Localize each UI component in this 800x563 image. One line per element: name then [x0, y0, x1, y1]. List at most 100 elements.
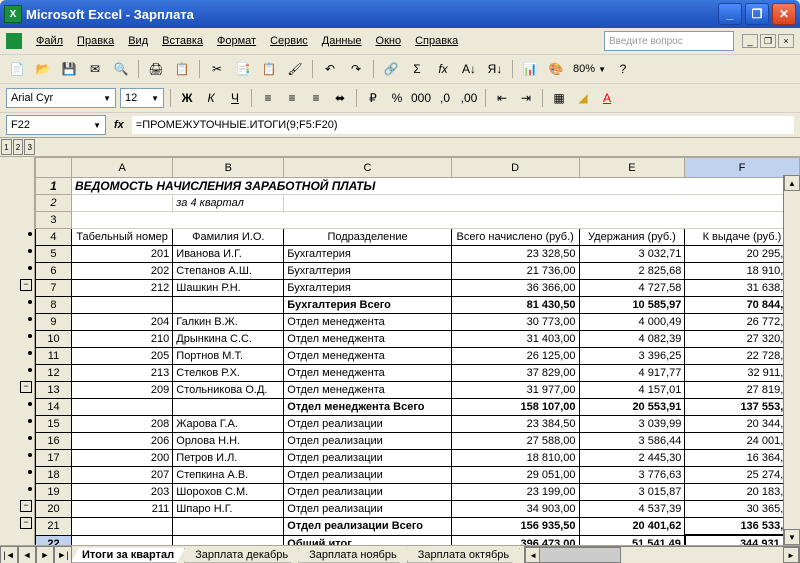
cell[interactable]: 205	[71, 348, 172, 365]
cell[interactable]: Отдел менеджента	[284, 314, 452, 331]
cell[interactable]: 4 917,77	[579, 365, 685, 382]
cell[interactable]: 81 430,50	[451, 297, 579, 314]
cell[interactable]: 201	[71, 246, 172, 263]
cell[interactable]: 70 844,54	[685, 297, 799, 314]
cell[interactable]: Табельный номер	[71, 229, 172, 246]
cell[interactable]: 27 588,00	[451, 433, 579, 450]
cell[interactable]: 3 015,87	[579, 484, 685, 501]
cell[interactable]	[173, 297, 284, 314]
row-header[interactable]: 14	[36, 399, 72, 416]
cell[interactable]: 202	[71, 263, 172, 280]
open-icon[interactable]: 📂	[32, 58, 54, 80]
cell[interactable]: Общий итог	[284, 535, 452, 545]
cell[interactable]: 4 000,49	[579, 314, 685, 331]
row-header[interactable]: 8	[36, 297, 72, 314]
dec-indent-icon[interactable]: ⇤	[492, 88, 512, 108]
vertical-scrollbar[interactable]: ▲ ▼	[783, 175, 800, 545]
cell[interactable]: 156 935,50	[451, 518, 579, 536]
cell[interactable]: 3 586,44	[579, 433, 685, 450]
cell[interactable]: Стольникова О.Д.	[173, 382, 284, 399]
cell[interactable]: 208	[71, 416, 172, 433]
cell[interactable]	[71, 195, 172, 212]
tab-prev-icon[interactable]: ◄	[18, 546, 36, 563]
cell[interactable]: 22 728,75	[685, 348, 799, 365]
cell[interactable]: Отдел реализации	[284, 433, 452, 450]
col-header-C[interactable]: C	[284, 158, 452, 178]
cell[interactable]: 210	[71, 331, 172, 348]
menu-data[interactable]: Данные	[316, 33, 368, 49]
drawing-icon[interactable]: 🎨	[545, 58, 567, 80]
row-header[interactable]: 9	[36, 314, 72, 331]
copy-icon[interactable]: 📑	[232, 58, 254, 80]
name-box[interactable]: F22▼	[6, 115, 106, 135]
search-icon[interactable]: 🔍	[110, 58, 132, 80]
menu-insert[interactable]: Вставка	[156, 33, 209, 49]
cell[interactable]: 30 773,00	[451, 314, 579, 331]
fx-label[interactable]: fx	[110, 119, 128, 131]
cell[interactable]: 20 295,80	[685, 246, 799, 263]
cell[interactable]: 136 533,89	[685, 518, 799, 536]
cell[interactable]: Степанов А.Ш.	[173, 263, 284, 280]
cell[interactable]: 207	[71, 467, 172, 484]
cell[interactable]	[71, 297, 172, 314]
cell[interactable]	[71, 399, 172, 416]
cell[interactable]: 23 328,50	[451, 246, 579, 263]
cell[interactable]: Отдел менеджента Всего	[284, 399, 452, 416]
tab-next-icon[interactable]: ►	[36, 546, 54, 563]
align-left-icon[interactable]: ≡	[258, 88, 278, 108]
row-header[interactable]: 4	[36, 229, 72, 246]
tab-october[interactable]: Зарплата октябрь	[407, 548, 520, 563]
row-header[interactable]: 18	[36, 467, 72, 484]
cell[interactable]: Удержания (руб.)	[579, 229, 685, 246]
outline-level-2[interactable]: 2	[13, 139, 24, 155]
cut-icon[interactable]: ✂	[206, 58, 228, 80]
cell[interactable]: 27 819,99	[685, 382, 799, 399]
align-center-icon[interactable]: ≡	[282, 88, 302, 108]
cell[interactable]: Шашкин Р.Н.	[173, 280, 284, 297]
outline-level-1[interactable]: 1	[1, 139, 12, 155]
cell[interactable]: 3 039,99	[579, 416, 685, 433]
row-header[interactable]: 22	[36, 535, 72, 545]
cell[interactable]: 20 344,52	[685, 416, 799, 433]
comma-icon[interactable]: 000	[411, 88, 431, 108]
outline-level-3[interactable]: 3	[24, 139, 35, 155]
cell[interactable]: 34 903,00	[451, 501, 579, 518]
cell[interactable]	[173, 399, 284, 416]
cell[interactable]: Всего начислено (руб.)	[451, 229, 579, 246]
cell[interactable]: Иванова И.Г.	[173, 246, 284, 263]
cell[interactable]: 211	[71, 501, 172, 518]
cell[interactable]: 29 051,00	[451, 467, 579, 484]
bold-icon[interactable]: Ж	[177, 88, 197, 108]
cell[interactable]: Отдел реализации Всего	[284, 518, 452, 536]
zoom-box[interactable]: 80% ▼	[571, 63, 608, 75]
cell[interactable]: за 4 квартал	[173, 195, 284, 212]
help-icon[interactable]: ?	[612, 58, 634, 80]
menu-view[interactable]: Вид	[122, 33, 154, 49]
cell[interactable]: Отдел менеджента	[284, 365, 452, 382]
cell[interactable]	[71, 212, 799, 229]
cell[interactable]: 31 977,00	[451, 382, 579, 399]
cell[interactable]: Подразделение	[284, 229, 452, 246]
font-color-icon[interactable]: A	[597, 88, 617, 108]
cell[interactable]: 212	[71, 280, 172, 297]
menu-help[interactable]: Справка	[409, 33, 464, 49]
cell[interactable]: 20 183,13	[685, 484, 799, 501]
cell[interactable]: Жарова Г.А.	[173, 416, 284, 433]
row-header[interactable]: 15	[36, 416, 72, 433]
tab-totals[interactable]: Итоги за квартал	[71, 548, 185, 563]
cell[interactable]: Шпаро Н.Г.	[173, 501, 284, 518]
cell[interactable]: Бухгалтерия	[284, 246, 452, 263]
row-header[interactable]: 5	[36, 246, 72, 263]
cell[interactable]: Отдел менеджента	[284, 331, 452, 348]
maximize-button[interactable]: ❐	[745, 3, 769, 25]
menu-edit[interactable]: Правка	[71, 33, 120, 49]
merge-icon[interactable]: ⬌	[330, 88, 350, 108]
outline-collapse[interactable]: −	[20, 381, 32, 393]
cell[interactable]	[173, 535, 284, 545]
cell[interactable]: Петров И.Л.	[173, 450, 284, 467]
menu-tools[interactable]: Сервис	[264, 33, 314, 49]
doc-restore[interactable]: ❐	[760, 34, 776, 48]
italic-icon[interactable]: К	[201, 88, 221, 108]
cell[interactable]	[173, 518, 284, 536]
underline-icon[interactable]: Ч	[225, 88, 245, 108]
